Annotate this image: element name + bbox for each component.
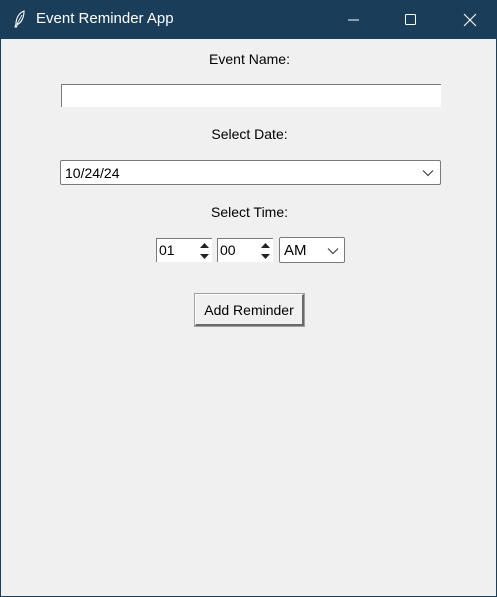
- date-value: 10/24/24: [65, 165, 120, 181]
- close-button[interactable]: [447, 0, 493, 39]
- ampm-value: AM: [284, 242, 307, 259]
- feather-icon: [14, 10, 25, 28]
- event-name-label: Event Name:: [209, 51, 290, 67]
- chevron-down-icon: [327, 248, 339, 255]
- date-dropdown[interactable]: 10/24/24: [60, 160, 441, 185]
- close-icon: [463, 13, 477, 26]
- window-title: Event Reminder App: [36, 10, 174, 27]
- minimize-icon: [348, 19, 359, 20]
- event-name-input[interactable]: [62, 85, 441, 107]
- triangle-up-icon: [261, 242, 270, 248]
- ampm-dropdown[interactable]: AM: [279, 237, 345, 263]
- triangle-down-icon: [261, 253, 270, 259]
- app-window: Event Reminder App Event Name: Select Da…: [0, 0, 497, 597]
- maximize-button[interactable]: [388, 0, 434, 39]
- title-bar[interactable]: Event Reminder App: [1, 0, 497, 39]
- add-reminder-button[interactable]: Add Reminder: [194, 293, 305, 327]
- hour-increment-button[interactable]: [198, 240, 211, 250]
- hour-value: 01: [159, 242, 175, 258]
- time-label: Select Time:: [210, 204, 289, 220]
- triangle-up-icon: [200, 242, 209, 248]
- minute-spin-arrows: [259, 240, 272, 261]
- minute-decrement-button[interactable]: [259, 251, 272, 261]
- hour-spin-arrows: [198, 240, 211, 261]
- maximize-icon: [405, 13, 416, 25]
- date-label: Select Date:: [211, 126, 288, 142]
- hour-spinbox[interactable]: 01: [156, 238, 212, 262]
- event-name-field[interactable]: [61, 84, 441, 107]
- triangle-down-icon: [200, 253, 209, 259]
- minute-spinbox[interactable]: 00: [217, 238, 273, 262]
- chevron-down-icon: [422, 170, 434, 177]
- minute-increment-button[interactable]: [259, 240, 272, 250]
- hour-decrement-button[interactable]: [198, 251, 211, 261]
- minute-value: 00: [220, 242, 236, 258]
- minimize-button[interactable]: [331, 0, 377, 39]
